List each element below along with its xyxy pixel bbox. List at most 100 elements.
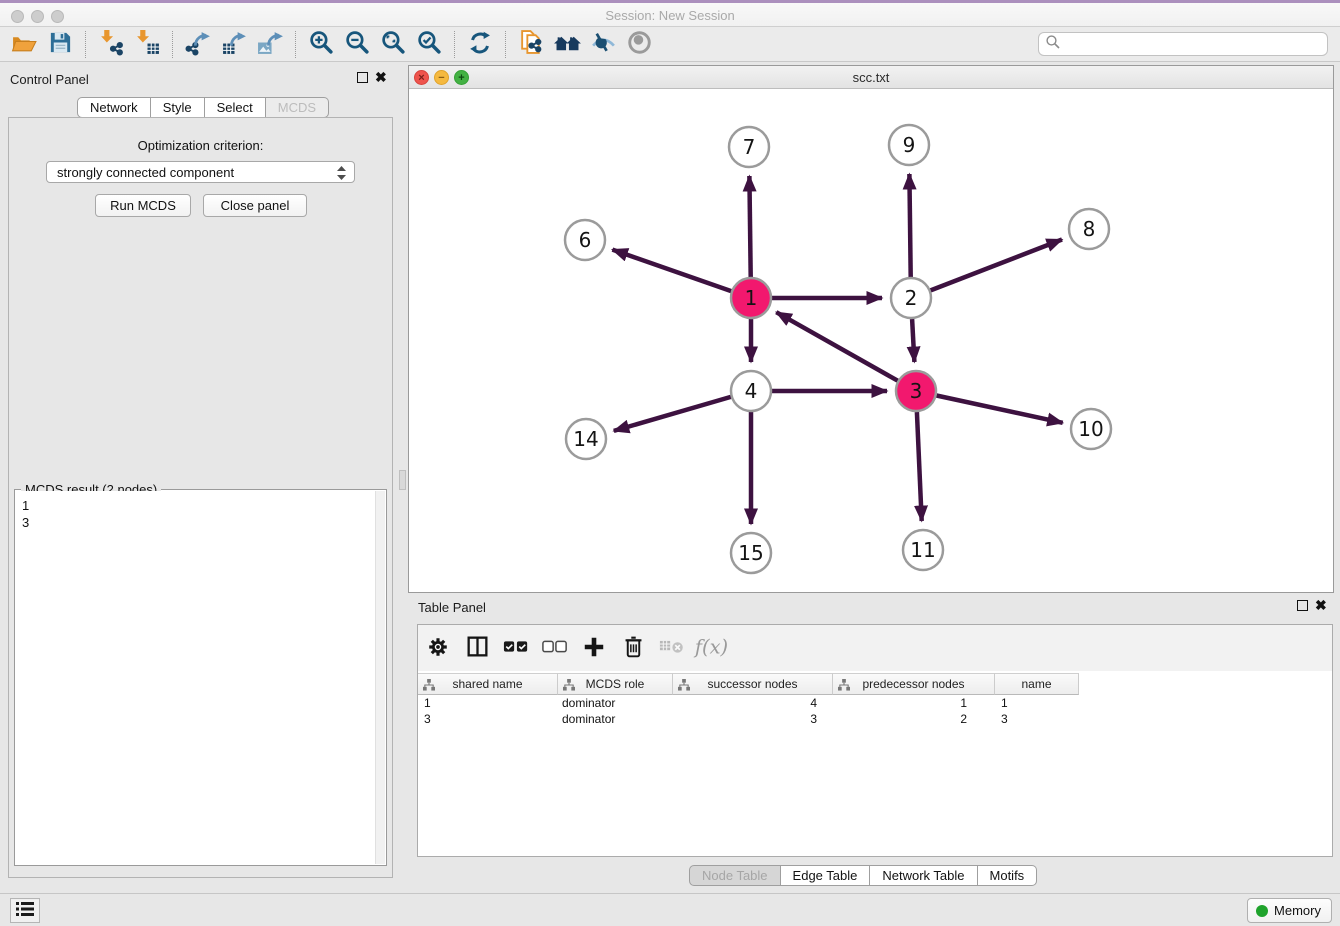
graph-edge-2-3[interactable]	[912, 319, 914, 362]
control-panel-body: Optimization criterion: strongly connect…	[8, 117, 393, 878]
tab-motifs[interactable]: Motifs	[978, 865, 1038, 886]
network-canvas[interactable]: 7 9 6 8 1 2 4 3 14 10 15 11	[409, 89, 1333, 592]
show-details-button[interactable]	[621, 29, 657, 60]
close-panel-button[interactable]: Close panel	[203, 194, 307, 217]
delete-column-button[interactable]	[619, 634, 647, 662]
graph-node-2[interactable]: 2	[891, 278, 931, 318]
column-header-MCDS-role[interactable]: MCDS role	[558, 673, 673, 695]
tab-node-table[interactable]: Node Table	[689, 865, 781, 886]
tab-select[interactable]: Select	[205, 97, 266, 118]
graph-edge-1-7[interactable]	[749, 176, 750, 277]
hide-details-button[interactable]	[585, 29, 621, 60]
graph-node-4[interactable]: 4	[731, 371, 771, 411]
export-image-button[interactable]	[252, 29, 288, 60]
copy-network-button[interactable]	[513, 29, 549, 60]
task-history-button[interactable]	[10, 898, 40, 923]
graph-edge-2-9[interactable]	[909, 174, 910, 277]
graph-edge-3-10[interactable]	[937, 396, 1063, 423]
columns-icon	[466, 635, 489, 661]
graph-edge-2-8[interactable]	[931, 240, 1062, 291]
table-panel-close-icon[interactable]: ✖	[1315, 600, 1327, 611]
graph-edge-3-11[interactable]	[917, 412, 922, 521]
control-panel-title: Control Panel	[10, 72, 89, 87]
column-header-predecessor-nodes[interactable]: predecessor nodes	[833, 673, 995, 695]
import-network-button[interactable]	[93, 29, 129, 60]
toolbar-separator	[505, 31, 506, 58]
save-button[interactable]	[42, 29, 78, 60]
zoom-in-button[interactable]	[303, 29, 339, 60]
gear-button[interactable]	[424, 634, 452, 662]
table-panel-float-icon[interactable]	[1297, 600, 1308, 611]
graph-node-9[interactable]: 9	[889, 125, 929, 165]
mcds-result-line: 3	[22, 514, 369, 531]
graph-node-6[interactable]: 6	[565, 220, 605, 260]
column-header-successor-nodes[interactable]: successor nodes	[673, 673, 833, 695]
graph-node-14[interactable]: 14	[566, 419, 606, 459]
memory-status-icon	[1256, 905, 1268, 917]
table-row[interactable]: 3dominator323	[418, 711, 1332, 727]
graph-node-10[interactable]: 10	[1071, 409, 1111, 449]
deselect-all-button[interactable]	[541, 634, 569, 662]
import-table-button[interactable]	[129, 29, 165, 60]
control-panel-float-icon[interactable]	[357, 72, 368, 83]
pane-divider-grip[interactable]	[399, 470, 406, 490]
search-box[interactable]	[1038, 32, 1328, 56]
tab-style[interactable]: Style	[151, 97, 205, 118]
search-input[interactable]	[1061, 34, 1327, 54]
graph-node-8[interactable]: 8	[1069, 209, 1109, 249]
svg-text:9: 9	[903, 133, 916, 157]
graph-edge-1-6[interactable]	[612, 250, 731, 292]
function-builder-button[interactable]: f(x)	[697, 634, 725, 662]
graph-edge-4-14[interactable]	[614, 397, 731, 431]
add-column-button[interactable]	[580, 634, 608, 662]
save-icon	[48, 30, 73, 58]
table-row[interactable]: 1dominator411	[418, 695, 1332, 711]
column-header-name[interactable]: name	[995, 673, 1079, 695]
delete-table-button[interactable]	[658, 634, 686, 662]
list-icon	[16, 901, 34, 920]
graph-node-11[interactable]: 11	[903, 530, 943, 570]
memory-button[interactable]: Memory	[1247, 898, 1332, 923]
columns-button[interactable]	[463, 634, 491, 662]
zoom-selected-button[interactable]	[411, 29, 447, 60]
tab-network[interactable]: Network	[77, 97, 151, 118]
stepper-icon	[336, 165, 347, 184]
tab-edge-table[interactable]: Edge Table	[781, 865, 871, 886]
home-button[interactable]	[549, 29, 585, 60]
control-panel-close-icon[interactable]: ✖	[375, 72, 387, 83]
table-toolbar: f(x)	[418, 625, 1332, 671]
zoom-out-button[interactable]	[339, 29, 375, 60]
export-table-icon	[221, 29, 248, 59]
toolbar-separator	[172, 31, 173, 58]
graph-edge-3-1[interactable]	[776, 312, 897, 381]
status-bar: Memory	[0, 893, 1340, 926]
export-table-button[interactable]	[216, 29, 252, 60]
hide-details-icon	[590, 29, 617, 59]
network-window-titlebar: × − + scc.txt	[409, 66, 1333, 89]
graph-node-15[interactable]: 15	[731, 533, 771, 573]
export-network-button[interactable]	[180, 29, 216, 60]
table-cell: dominator	[558, 695, 673, 711]
svg-text:7: 7	[743, 135, 756, 159]
optimization-criterion-select[interactable]: strongly connected component	[46, 161, 355, 183]
tab-mcds[interactable]: MCDS	[266, 97, 329, 118]
zoom-fit-button[interactable]	[375, 29, 411, 60]
table-cell: 1	[418, 695, 558, 711]
tab-network-table[interactable]: Network Table	[870, 865, 977, 886]
column-header-shared-name[interactable]: shared name	[418, 673, 558, 695]
refresh-layout-button[interactable]	[462, 29, 498, 60]
select-all-button[interactable]	[502, 634, 530, 662]
run-mcds-button[interactable]: Run MCDS	[95, 194, 191, 217]
table-cell: 3	[995, 711, 1079, 727]
refresh-layout-icon	[467, 30, 493, 59]
svg-text:11: 11	[910, 538, 935, 562]
mcds-result-scrollbar[interactable]	[375, 491, 385, 864]
graph-node-1[interactable]: 1	[731, 278, 771, 318]
main-toolbar	[0, 27, 1340, 62]
graph-node-7[interactable]: 7	[729, 127, 769, 167]
open-folder-button[interactable]	[6, 29, 42, 60]
mcds-result-textarea[interactable]: 13	[16, 491, 375, 864]
node-table: shared nameMCDS rolesuccessor nodesprede…	[418, 673, 1332, 856]
open-folder-icon	[11, 29, 38, 59]
graph-node-3[interactable]: 3	[896, 371, 936, 411]
